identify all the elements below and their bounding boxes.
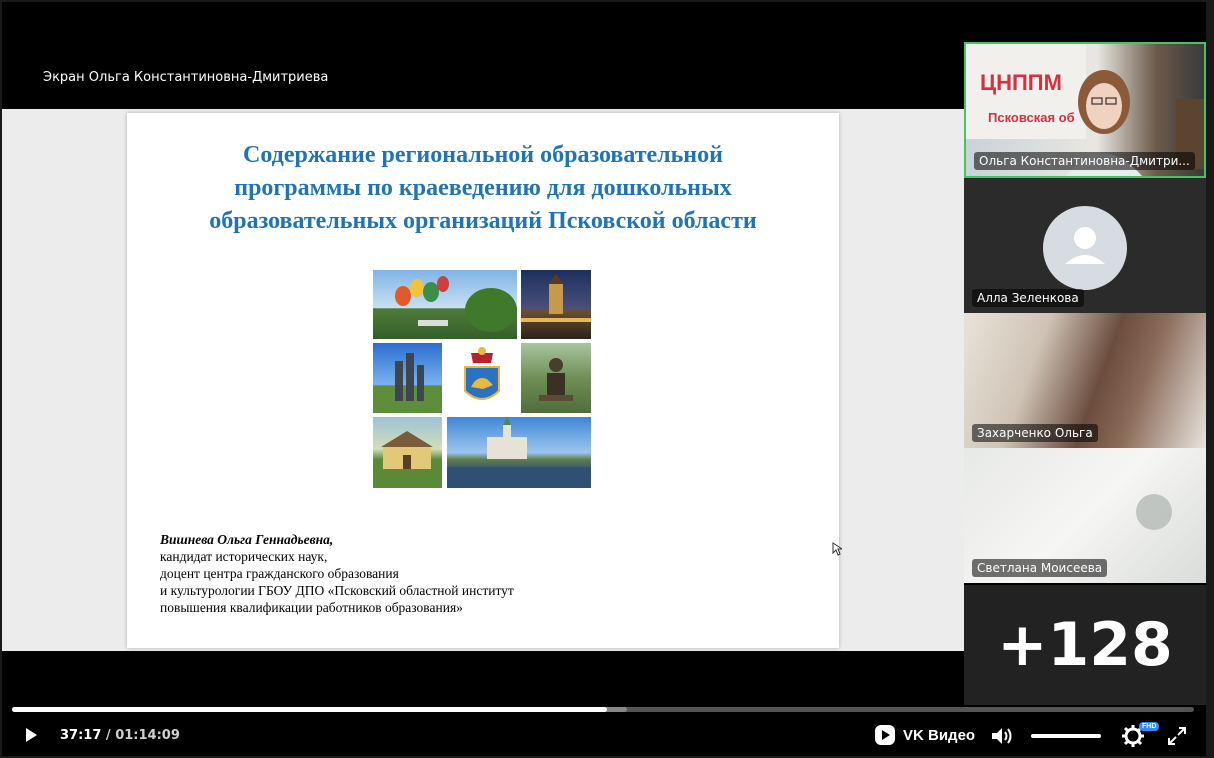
conference-stage: Экран Ольга Константиновна-Дмитриева Сод… [2,2,964,702]
screen-owner-label: Экран Ольга Константиновна-Дмитриева [43,70,329,85]
photo-coat-of-arms [447,343,517,413]
photo-statue [521,343,591,413]
player-controls: 37:17 / 01:14:09 VK Видео FHD [2,702,1206,756]
slide-title-line: Содержание региональной образовательной [243,142,723,168]
play-icon[interactable] [22,726,40,744]
vk-video-logo-icon [875,725,895,745]
photo-balloons [373,270,517,339]
participant-tile[interactable]: Светлана Моисеева [964,448,1206,583]
photo-monument [373,343,442,413]
progress-fill [12,707,607,712]
pskov-coat-of-arms-icon [464,347,500,400]
author-name: Вишнева Ольга Геннадьевна [160,532,330,547]
brand-label: VK Видео [903,726,976,744]
participant-name: Алла Зеленкова [972,289,1084,307]
photo-pskov-kremlin [447,417,591,488]
progress-bar[interactable] [12,707,1194,712]
shared-screen: Содержание региональной образовательной … [2,109,964,651]
participants-panel: ЦНППМ Псковская об Ольга Константиновна-… [964,2,1206,705]
duration: 01:14:09 [115,728,180,743]
current-time: 37:17 [60,728,102,743]
participant-name: Ольга Константиновна-Дмитри... [974,152,1195,170]
author-block: Вишнева Ольга Геннадьевна, кандидат исто… [160,532,514,615]
participant-tile[interactable]: Алла Зеленкова [964,178,1206,313]
video-player[interactable]: Экран Ольга Константиновна-Дмитриева Сод… [2,2,1206,756]
photo-manor-house [373,417,442,488]
photo-fortress-night [521,270,591,339]
participant-tile-speaker[interactable]: ЦНППМ Псковская об Ольга Константиновна-… [964,42,1206,178]
volume-icon[interactable] [990,726,1014,746]
slide-title-line: программы по краеведению для дошкольных [234,175,732,201]
fullscreen-icon[interactable] [1167,726,1187,746]
time-separator: / [105,728,111,743]
banner-subtext: Псковская об [988,110,1075,125]
author-line: повышения квалификации работников образо… [160,600,463,615]
vk-video-logo[interactable]: VK Видео [874,724,975,746]
author-line: кандидат исторических наук, [160,549,328,564]
presentation-slide: Содержание региональной образовательной … [127,113,839,648]
slide-title-line: образовательных организаций Псковской об… [209,208,757,234]
banner-text: ЦНППМ [980,70,1062,95]
quality-badge: FHD [1139,722,1160,731]
mouse-cursor-icon [832,542,842,556]
participant-name: Светлана Моисеева [972,559,1108,577]
time-display: 37:17 / 01:14:09 [60,728,180,743]
balloons-image [395,276,517,332]
participant-name: Захарченко Ольга [972,424,1098,442]
participant-tile[interactable]: Захарченко Ольга [964,313,1206,448]
slide-title: Содержание региональной образовательной … [127,139,839,238]
photo-collage [373,270,591,488]
volume-slider[interactable] [1031,734,1101,738]
author-line: доцент центра гражданского образования [160,566,399,581]
more-participants[interactable]: +128 [964,585,1206,705]
author-line: и культурологии ГБОУ ДПО «Псковский обла… [160,583,514,598]
